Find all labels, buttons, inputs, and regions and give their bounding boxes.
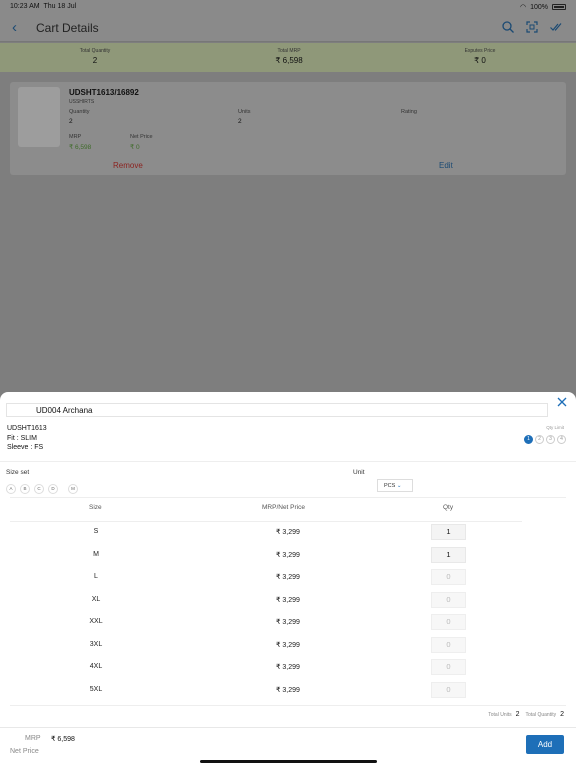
product-category: USSHIRTS bbox=[69, 99, 95, 105]
summary-total-mrp: Total MRP ₹ 6,598 bbox=[275, 48, 303, 65]
footer-mrp-value: ₹ 6,598 bbox=[51, 736, 75, 743]
nav-bar: ‹ Cart Details bbox=[0, 14, 576, 42]
unit-value: PCS bbox=[384, 483, 396, 489]
size-set-options: A B C D M bbox=[6, 484, 78, 494]
rating-label: Rating bbox=[401, 109, 417, 115]
size-row: 3XL ₹ 3,299 0 bbox=[0, 635, 576, 658]
back-icon[interactable]: ‹ bbox=[12, 19, 17, 36]
qty-input[interactable]: 0 bbox=[431, 591, 466, 608]
item-sleeve: Sleeve : FS bbox=[7, 444, 44, 451]
units-label: Units bbox=[238, 109, 251, 115]
add-button[interactable]: Add bbox=[526, 735, 564, 754]
qty-input[interactable]: 1 bbox=[431, 546, 466, 563]
item-details: UDSHT1613 Fit : SLIM Sleeve : FS bbox=[7, 424, 47, 453]
qty-input[interactable]: 0 bbox=[431, 659, 466, 675]
divider bbox=[10, 705, 566, 706]
size-row: XXL ₹ 3,299 0 bbox=[0, 612, 576, 635]
status-bar: 10:23 AM Thu 18 Jul ◠ 100% bbox=[0, 0, 576, 14]
qty-input[interactable]: 1 bbox=[431, 524, 466, 540]
qty-limit-step[interactable]: 2 bbox=[535, 435, 544, 444]
double-check-icon[interactable] bbox=[550, 21, 562, 33]
qty-input[interactable]: 0 bbox=[431, 681, 466, 698]
header-size: Size bbox=[89, 504, 102, 511]
product-thumbnail bbox=[18, 87, 60, 147]
status-time: 10:23 AM Thu 18 Jul bbox=[10, 3, 77, 10]
footer-net-price-label: Net Price bbox=[10, 748, 39, 755]
mrp-label: MRP bbox=[69, 134, 82, 140]
divider bbox=[10, 497, 566, 498]
edit-button[interactable]: Edit bbox=[439, 161, 453, 170]
chevron-down-icon: ⌄ bbox=[396, 483, 402, 489]
divider bbox=[0, 461, 576, 462]
qty-limit-step[interactable]: 4 bbox=[557, 435, 566, 444]
size-row: 4XL ₹ 3,299 0 bbox=[0, 657, 576, 680]
unit-label: Unit bbox=[353, 469, 365, 476]
qty-limit-step[interactable]: 1 bbox=[524, 435, 533, 444]
home-indicator bbox=[200, 760, 377, 763]
size-row: S ₹ 3,299 1 bbox=[0, 522, 576, 545]
size-set-option[interactable]: C bbox=[34, 484, 44, 494]
cart-summary: Total Quantity 2 Total MRP ₹ 6,598 Exputes… bbox=[0, 43, 576, 72]
item-code: UDSHT1613 bbox=[7, 425, 47, 432]
search-icon[interactable] bbox=[502, 21, 514, 33]
battery-percent: 100% bbox=[530, 3, 548, 11]
quantity-value: 2 bbox=[69, 118, 73, 125]
qty-input[interactable]: 0 bbox=[431, 636, 466, 653]
net-price-label: Net Price bbox=[130, 134, 153, 140]
total-units: Total Units 2 bbox=[488, 711, 520, 718]
qty-input[interactable]: 0 bbox=[431, 569, 466, 585]
qty-limit-steps: 1 2 3 4 bbox=[524, 435, 566, 444]
size-row: M ₹ 3,299 1 bbox=[0, 545, 576, 568]
product-code: UDSHT1613/16892 bbox=[69, 88, 139, 97]
customer-field[interactable]: UD004 Archana bbox=[6, 403, 548, 417]
total-quantity: Total Quantity 2 bbox=[525, 711, 564, 718]
close-icon[interactable] bbox=[556, 396, 568, 408]
size-row: XL ₹ 3,299 0 bbox=[0, 590, 576, 613]
footer-mrp-label: MRP bbox=[25, 735, 41, 742]
size-set-option[interactable]: A bbox=[6, 484, 16, 494]
page-title: Cart Details bbox=[36, 21, 99, 35]
net-price-value: ₹ 0 bbox=[130, 144, 140, 151]
size-set-option[interactable]: D bbox=[48, 484, 58, 494]
size-set-option[interactable]: B bbox=[20, 484, 30, 494]
size-set-option[interactable]: M bbox=[68, 484, 78, 494]
size-set-label: Size set bbox=[6, 469, 30, 476]
header-price: MRP/Net Price bbox=[262, 504, 305, 511]
item-fit: Fit : SLIM bbox=[7, 434, 37, 442]
summary-exputes-price: Exputes Price ₹ 0 bbox=[464, 48, 496, 65]
qty-limit-label: Qty Limit bbox=[546, 425, 564, 430]
quantity-label: Quantity bbox=[69, 109, 90, 115]
sheet-totals: Total Units 2 Total Quantity 2 bbox=[488, 711, 564, 718]
add-item-sheet: UD004 Archana UDSHT1613 Fit : SLIM Sleev… bbox=[0, 392, 576, 768]
qty-limit-step[interactable]: 3 bbox=[546, 435, 555, 444]
wifi-icon: ◠ bbox=[519, 4, 527, 11]
mrp-value: ₹ 6,598 bbox=[69, 144, 92, 151]
size-row: L ₹ 3,299 0 bbox=[0, 567, 576, 590]
header-qty: Qty bbox=[443, 504, 454, 511]
battery-icon bbox=[552, 4, 566, 10]
qty-input[interactable]: 0 bbox=[431, 614, 466, 630]
cart-item-card[interactable]: UDSHT1613/16892 USSHIRTS Quantity 2 Unit… bbox=[10, 82, 566, 175]
units-value: 2 bbox=[238, 118, 242, 125]
scan-icon[interactable] bbox=[526, 21, 538, 33]
status-right: ◠ 100% bbox=[520, 3, 566, 11]
summary-total-quantity: Total Quantity 2 bbox=[79, 48, 111, 65]
remove-button[interactable]: Remove bbox=[113, 161, 143, 170]
unit-select[interactable]: PCS ⌄ bbox=[377, 479, 413, 492]
size-row: 5XL ₹ 3,299 0 bbox=[0, 680, 576, 703]
